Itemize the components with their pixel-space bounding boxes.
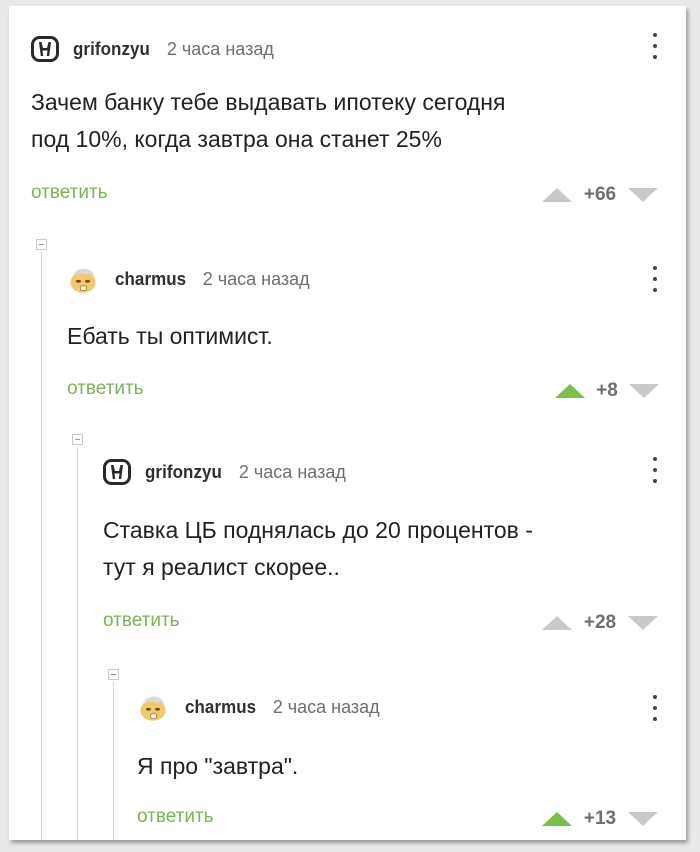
comment-text-line: тут я реалист скорее..	[103, 554, 340, 580]
reply-button[interactable]: ответить	[31, 182, 108, 204]
collapse-toggle-level-3[interactable]	[108, 669, 119, 680]
timestamp: 2 часа назад	[272, 696, 380, 717]
comment-text-line: Ставка ЦБ поднялась до 20 процентов -	[103, 517, 533, 543]
comment-text: Зачем банку тебе выдавать ипотеку сегодн…	[31, 84, 505, 158]
upvote-arrow-icon[interactable]	[542, 188, 572, 202]
upvote-arrow-icon[interactable]	[555, 384, 585, 398]
score: +13	[583, 808, 617, 829]
downvote-arrow-icon[interactable]	[628, 188, 658, 202]
timestamp: 2 часа назад	[166, 38, 274, 59]
downvote-arrow-icon[interactable]	[628, 812, 658, 826]
username[interactable]: charmus	[115, 269, 186, 290]
face-emoji-avatar[interactable]	[137, 691, 169, 723]
honda-logo-avatar[interactable]	[103, 458, 131, 486]
comment-header: charmus 2 часа назад	[67, 263, 310, 295]
collapse-toggle-level-2[interactable]	[72, 434, 83, 445]
rating: +66	[542, 183, 658, 207]
face-emoji-avatar[interactable]	[67, 263, 99, 295]
upvote-arrow-icon[interactable]	[542, 616, 572, 630]
downvote-arrow-icon[interactable]	[628, 616, 658, 630]
thread-line-level-3	[113, 682, 114, 840]
downvote-arrow-icon[interactable]	[629, 384, 659, 398]
comment-text-line: под 10%, когда завтра она станет 25%	[31, 126, 442, 152]
comment-text: Ебать ты оптимист.	[67, 318, 273, 355]
thread-line-level-1	[41, 252, 42, 840]
comment-text-line: Ебать ты оптимист.	[67, 323, 273, 349]
comment-text-line: Зачем банку тебе выдавать ипотеку сегодн…	[31, 89, 506, 115]
more-menu-icon[interactable]	[652, 266, 658, 292]
comments-panel: grifonzyu 2 часа назад Зачем банку тебе …	[9, 6, 686, 840]
timestamp: 2 часа назад	[238, 461, 346, 482]
score: +8	[596, 380, 618, 401]
rating: +28	[542, 611, 658, 635]
reply-button[interactable]: ответить	[103, 610, 180, 632]
more-menu-icon[interactable]	[652, 33, 658, 59]
score: +66	[583, 184, 617, 205]
rating: +8	[555, 379, 659, 403]
more-menu-icon[interactable]	[652, 457, 658, 483]
rating: +13	[542, 807, 658, 831]
upvote-arrow-icon[interactable]	[542, 812, 572, 826]
honda-logo-avatar[interactable]	[31, 35, 59, 63]
more-menu-icon[interactable]	[652, 695, 658, 721]
comment-header: grifonzyu 2 часа назад	[31, 34, 274, 64]
comment-header: grifonzyu 2 часа назад	[103, 457, 346, 487]
reply-button[interactable]: ответить	[67, 378, 144, 400]
thread-line-level-2	[77, 447, 78, 840]
reply-button[interactable]: ответить	[137, 806, 214, 828]
timestamp: 2 часа назад	[202, 268, 310, 289]
score: +28	[583, 612, 617, 633]
username[interactable]: grifonzyu	[73, 39, 150, 60]
comment-text: Я про "завтра".	[137, 748, 298, 785]
comment-text-line: Я про "завтра".	[137, 753, 299, 779]
username[interactable]: grifonzyu	[145, 462, 222, 483]
comment-text: Ставка ЦБ поднялась до 20 процентов - ту…	[103, 512, 533, 586]
username[interactable]: charmus	[185, 697, 256, 718]
collapse-toggle-level-1[interactable]	[36, 239, 47, 250]
comment-header: charmus 2 часа назад	[137, 691, 380, 723]
